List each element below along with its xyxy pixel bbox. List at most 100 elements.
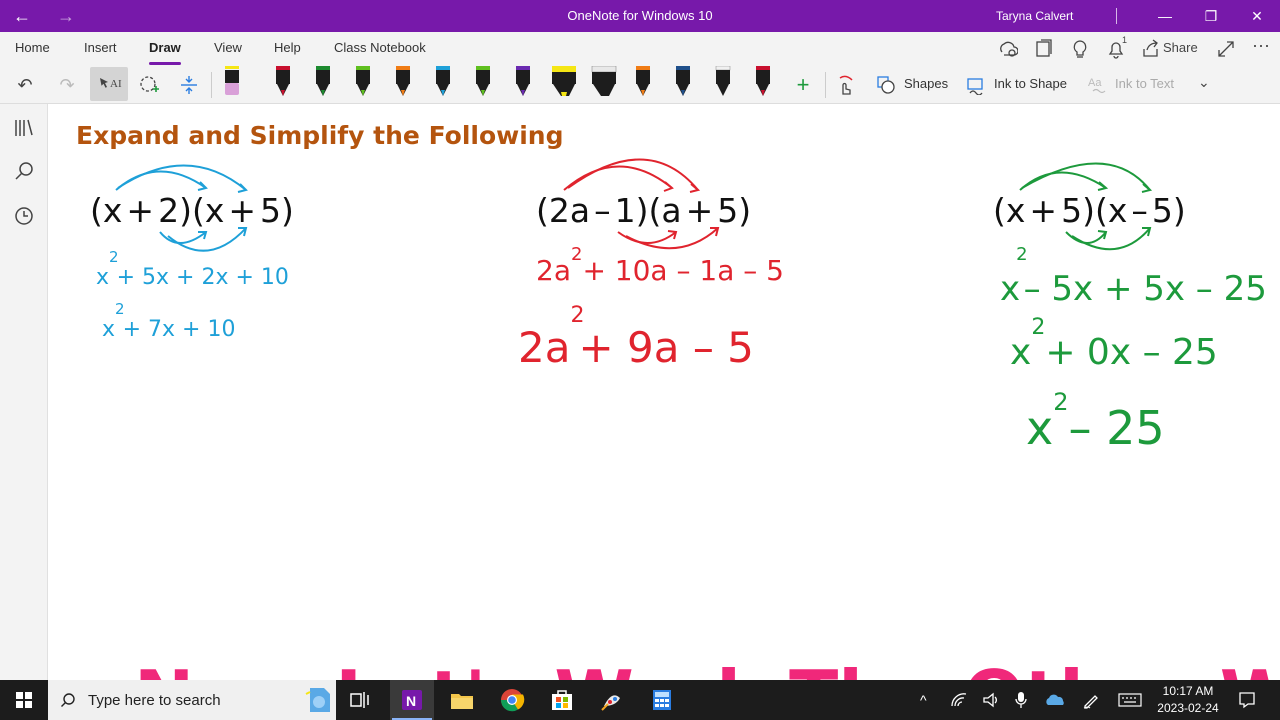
svg-text:N: N [406, 693, 416, 709]
type-select-tool-icon[interactable]: AI [90, 67, 128, 101]
redo-icon[interactable]: ↷ [52, 70, 82, 100]
problem-1-expression: (x +2)(x +5) [90, 191, 294, 230]
store-icon[interactable] [548, 686, 576, 714]
pen-lime-icon[interactable] [355, 66, 371, 98]
notebooks-icon[interactable] [10, 114, 38, 142]
problem-3-step-1: x2– 5x + 5x – 25 [1000, 244, 1267, 309]
taskbar-search[interactable]: Type here to search [48, 680, 336, 720]
more-options-icon[interactable]: ··· [1252, 35, 1270, 56]
taskbar-clock[interactable]: 10:17 AM 2023-02-24 [1150, 683, 1226, 717]
taskbar-onenote[interactable]: N [390, 680, 434, 720]
tab-draw[interactable]: Draw [149, 40, 181, 65]
lasso-select-icon[interactable] [134, 70, 164, 100]
fullscreen-icon[interactable] [1216, 39, 1236, 59]
undo-icon[interactable]: ↶ [10, 70, 40, 100]
pen-red-icon[interactable] [275, 66, 291, 98]
pen-galaxy-icon[interactable] [475, 66, 491, 98]
highlighter-yellow-icon[interactable] [551, 66, 577, 98]
shapes-icon[interactable] [876, 75, 896, 95]
svg-text:Aa: Aa [1088, 77, 1102, 89]
problem-2-steps: 2a2+ 10a – 1a – 5 2a2 + 9a – 5 [518, 244, 784, 372]
svg-text:AI: AI [110, 78, 122, 90]
problem-1-steps: x2 + 5x + 2x + 10 x2 + 7x + 10 [96, 248, 289, 342]
tab-help[interactable]: Help [274, 40, 301, 55]
problem-3-expression: (x +5)(x –5) [993, 191, 1186, 230]
page-view-icon[interactable] [1034, 39, 1054, 59]
share-icon[interactable] [1141, 39, 1161, 59]
shapes-button[interactable]: Shapes [904, 76, 948, 91]
pen-dark-red-icon[interactable] [755, 66, 771, 98]
microphone-icon[interactable] [1014, 691, 1028, 709]
problem-2: (2a –1)(a +5) 2a2+ 10a – 1a – 5 2a2 + 9a – … [518, 158, 784, 372]
recent-clock-icon[interactable] [10, 202, 38, 230]
sync-status-icon[interactable] [998, 39, 1018, 59]
notification-badge: 1 [1122, 35, 1128, 45]
pen-navy-icon[interactable] [675, 66, 691, 98]
title-separator [1116, 8, 1117, 24]
clock-time: 10:17 AM [1162, 684, 1214, 698]
problem-3-step-3: x2– 25 [1026, 388, 1165, 455]
pen-white-icon[interactable] [715, 66, 731, 98]
windows-start-icon[interactable] [10, 686, 38, 714]
search-icon [61, 693, 75, 707]
touch-keyboard-icon[interactable] [1118, 692, 1142, 708]
pen-purple-icon[interactable] [515, 66, 531, 98]
ink-to-text-button[interactable]: Ink to Text [1115, 76, 1174, 91]
tab-home[interactable]: Home [15, 40, 50, 55]
volume-icon[interactable] [982, 692, 1000, 708]
onedrive-icon[interactable] [1044, 693, 1066, 707]
windows-taskbar: Type here to search N ^ 10:17 AM 2023-02… [0, 680, 1280, 720]
chevron-down-icon[interactable]: ⌄ [1198, 74, 1210, 91]
add-pen-icon[interactable]: + [788, 70, 818, 100]
problem-2-step-1: 2a2+ 10a – 1a – 5 [536, 244, 784, 287]
tab-insert[interactable]: Insert [84, 40, 117, 55]
problem-2-step-2: 2a2 + 9a – 5 [518, 303, 754, 372]
ink-to-shape-button[interactable]: Ink to Shape [994, 76, 1067, 91]
problem-3-step-2: x2+ 0x – 25 [1010, 315, 1218, 373]
tab-view[interactable]: View [214, 40, 242, 55]
highlighter-black-icon[interactable] [591, 66, 617, 98]
ribbon-tabs: Home Insert Draw View Help Class Noteboo… [0, 32, 1280, 66]
notifications-icon[interactable] [1238, 691, 1256, 709]
search-icon[interactable] [10, 158, 38, 186]
file-explorer-icon[interactable] [448, 686, 476, 714]
minimize-button[interactable]: — [1142, 0, 1188, 32]
problem-1: (x +2)(x +5) x2 + 5x + 2x + 10 x2 + 7x + 10 [90, 164, 294, 342]
ink-to-shape-icon[interactable] [966, 75, 986, 95]
pen-workspace-icon[interactable] [1082, 691, 1100, 709]
clock-date: 2023-02-24 [1157, 701, 1219, 715]
paint-app-icon[interactable] [598, 686, 626, 714]
toolbar-separator [211, 72, 212, 98]
banner-text: Now Let's Work The Other Way! [134, 655, 1280, 680]
ink-canvas: Expand and Simplify the Following (x +2)(… [76, 121, 1280, 680]
pen-orange-2-icon[interactable] [635, 66, 651, 98]
page-heading: Expand and Simplify the Following [76, 121, 564, 150]
network-icon[interactable] [950, 692, 968, 708]
problem-3-steps: x2– 5x + 5x – 25 x2+ 0x – 25 x2– 25 [1000, 244, 1267, 455]
problem-1-step-1: x2 + 5x + 2x + 10 [96, 248, 289, 290]
draw-toolbar: ↶ ↷ AI + Shapes Ink to Shape Aa Ink to T… [0, 66, 1280, 104]
restore-button[interactable]: ❐ [1188, 0, 1234, 32]
problem-3: (x +5)(x –5) x2– 5x + 5x – 25 x2+ 0x – 25 … [993, 162, 1267, 455]
close-button[interactable]: ✕ [1234, 0, 1280, 32]
tab-class-notebook[interactable]: Class Notebook [334, 40, 426, 55]
show-hidden-icons-icon[interactable]: ^ [920, 692, 927, 708]
problem-2-expression: (2a –1)(a +5) [536, 191, 751, 230]
page-canvas[interactable]: Expand and Simplify the Following (x +2)(… [48, 104, 1280, 680]
ink-to-text-icon[interactable]: Aa [1087, 75, 1109, 95]
search-placeholder: Type here to search [88, 692, 221, 709]
touch-drawing-icon[interactable] [830, 70, 860, 100]
chrome-icon[interactable] [498, 686, 526, 714]
add-space-icon[interactable] [174, 70, 204, 100]
user-name[interactable]: Taryna Calvert [996, 0, 1073, 32]
pen-orange-icon[interactable] [395, 66, 411, 98]
pen-green-icon[interactable] [315, 66, 331, 98]
calculator-app-icon[interactable] [648, 686, 676, 714]
eraser-pen-icon[interactable] [224, 66, 240, 98]
share-button[interactable]: Share [1163, 40, 1198, 62]
lightbulb-icon[interactable] [1070, 39, 1090, 59]
task-view-icon[interactable] [346, 686, 374, 714]
window-title: OneNote for Windows 10 [567, 8, 713, 23]
pen-cyan-icon[interactable] [435, 66, 451, 98]
title-bar: ← → OneNote for Windows 10 Taryna Calver… [0, 0, 1280, 32]
